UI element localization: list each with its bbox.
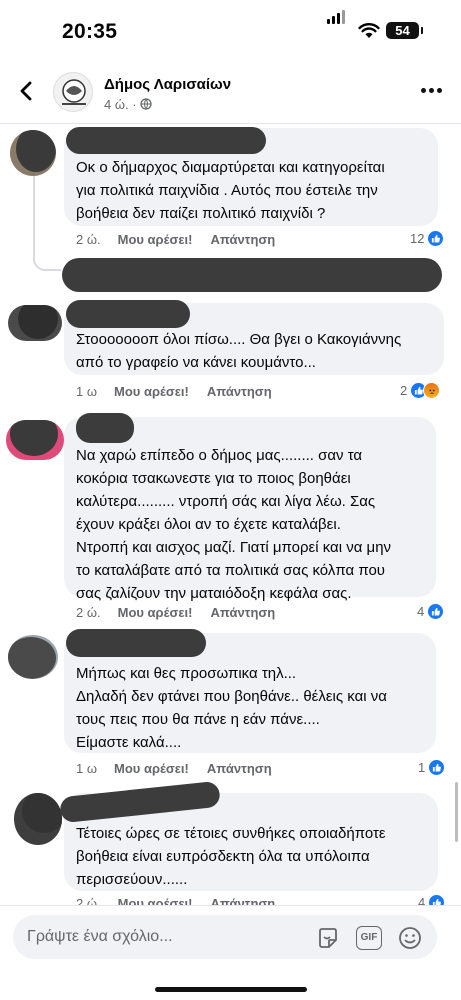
like-button[interactable]: Μου αρέσει! xyxy=(114,761,189,776)
comment-actions: 1 ω Μου αρέσει! Απάντηση xyxy=(76,761,290,776)
avatar[interactable] xyxy=(10,130,56,176)
comment-text: Στοοοοοοοπ όλοι πίσω.... Θα βγει ο Κακογ… xyxy=(76,331,402,371)
reply-button[interactable]: Απάντηση xyxy=(207,384,272,399)
comment-age: 2 ώ. xyxy=(76,232,101,247)
comment-placeholder: Γράψτε ένα σχόλιο... xyxy=(27,928,173,945)
like-reaction-icon xyxy=(427,230,445,247)
comment-text: Οκ ο δήμαρχος διαμαρτύρεται και κατηγορε… xyxy=(76,159,385,222)
like-button[interactable]: Μου αρέσει! xyxy=(118,232,193,247)
post-header: Δήμος Λαρισαίων 4 ώ. · xyxy=(0,60,461,124)
gif-label: GIF xyxy=(360,932,378,943)
reaction-number: 12 xyxy=(410,231,425,246)
more-options-icon[interactable] xyxy=(421,88,445,96)
comments-feed[interactable]: Οκ ο δήμαρχος διαμαρτύρεται και κατηγορε… xyxy=(0,125,461,910)
page-logo-icon xyxy=(62,79,86,105)
redacted-reply xyxy=(62,258,442,292)
emoji-icon[interactable] xyxy=(397,925,423,951)
like-button[interactable]: Μου αρέσει! xyxy=(114,384,189,399)
back-arrow-icon[interactable] xyxy=(14,78,40,104)
sticker-icon[interactable] xyxy=(315,925,341,951)
redacted-name xyxy=(76,413,134,443)
reply-button[interactable]: Απάντηση xyxy=(210,605,275,620)
comment-age: 2 ώ. xyxy=(76,605,101,620)
reply-button[interactable]: Απάντηση xyxy=(210,232,275,247)
comment-text: Μήπως και θες προσωπικα τηλ... Δηλαδή δε… xyxy=(76,665,387,751)
reaction-count[interactable]: 2 xyxy=(400,382,441,399)
page-avatar[interactable] xyxy=(53,72,93,112)
avatar[interactable] xyxy=(6,420,64,460)
comment-composer: Γράψτε ένα σχόλιο... GIF xyxy=(0,905,461,1000)
reaction-number: 2 xyxy=(400,383,408,398)
home-indicator xyxy=(155,987,307,992)
battery-icon: 54 xyxy=(386,22,423,39)
redacted-name xyxy=(66,629,206,657)
globe-icon xyxy=(140,98,152,110)
angry-reaction-icon xyxy=(423,382,441,399)
gif-icon[interactable]: GIF xyxy=(356,926,382,950)
reaction-count[interactable]: 1 xyxy=(418,759,446,776)
comment-text: Να χαρώ επίπεδο ο δήμος μας........ σαν … xyxy=(76,447,392,602)
reaction-number: 4 xyxy=(417,604,425,619)
comment-actions: 2 ώ. Μου αρέσει! Απάντηση xyxy=(76,232,293,247)
post-meta: 4 ώ. · xyxy=(104,97,152,112)
status-bar: 20:35 54 xyxy=(0,0,461,60)
reaction-count[interactable]: 12 xyxy=(410,230,445,247)
comment-actions: 1 ω Μου αρέσει! Απάντηση xyxy=(76,384,290,399)
avatar[interactable] xyxy=(8,635,58,679)
comment-actions: 2 ώ. Μου αρέσει! Απάντηση xyxy=(76,605,293,620)
status-time: 20:35 xyxy=(62,20,118,43)
comment-age: 1 ω xyxy=(76,761,97,776)
comment-text: Τέτοιες ώρες σε τέτοιες συνθήκες οποιαδή… xyxy=(76,825,386,888)
redacted-name xyxy=(66,127,266,154)
page-name[interactable]: Δήμος Λαρισαίων xyxy=(104,76,231,93)
comment-age: 1 ω xyxy=(76,384,97,399)
reaction-count[interactable]: 4 xyxy=(417,603,445,620)
like-reaction-icon xyxy=(427,603,445,620)
like-reaction-icon xyxy=(428,759,446,776)
post-age: 4 ώ. xyxy=(104,97,129,112)
redacted-name xyxy=(66,300,190,328)
like-button[interactable]: Μου αρέσει! xyxy=(118,605,193,620)
comment-input[interactable]: Γράψτε ένα σχόλιο... GIF xyxy=(13,915,437,959)
reaction-number: 1 xyxy=(418,760,426,775)
avatar[interactable] xyxy=(14,793,62,845)
avatar[interactable] xyxy=(8,305,62,341)
reply-button[interactable]: Απάντηση xyxy=(207,761,272,776)
wifi-icon xyxy=(358,23,380,38)
comment-bubble: Να χαρώ επίπεδο ο δήμος μας........ σαν … xyxy=(64,417,436,602)
scrollbar[interactable] xyxy=(455,782,458,842)
